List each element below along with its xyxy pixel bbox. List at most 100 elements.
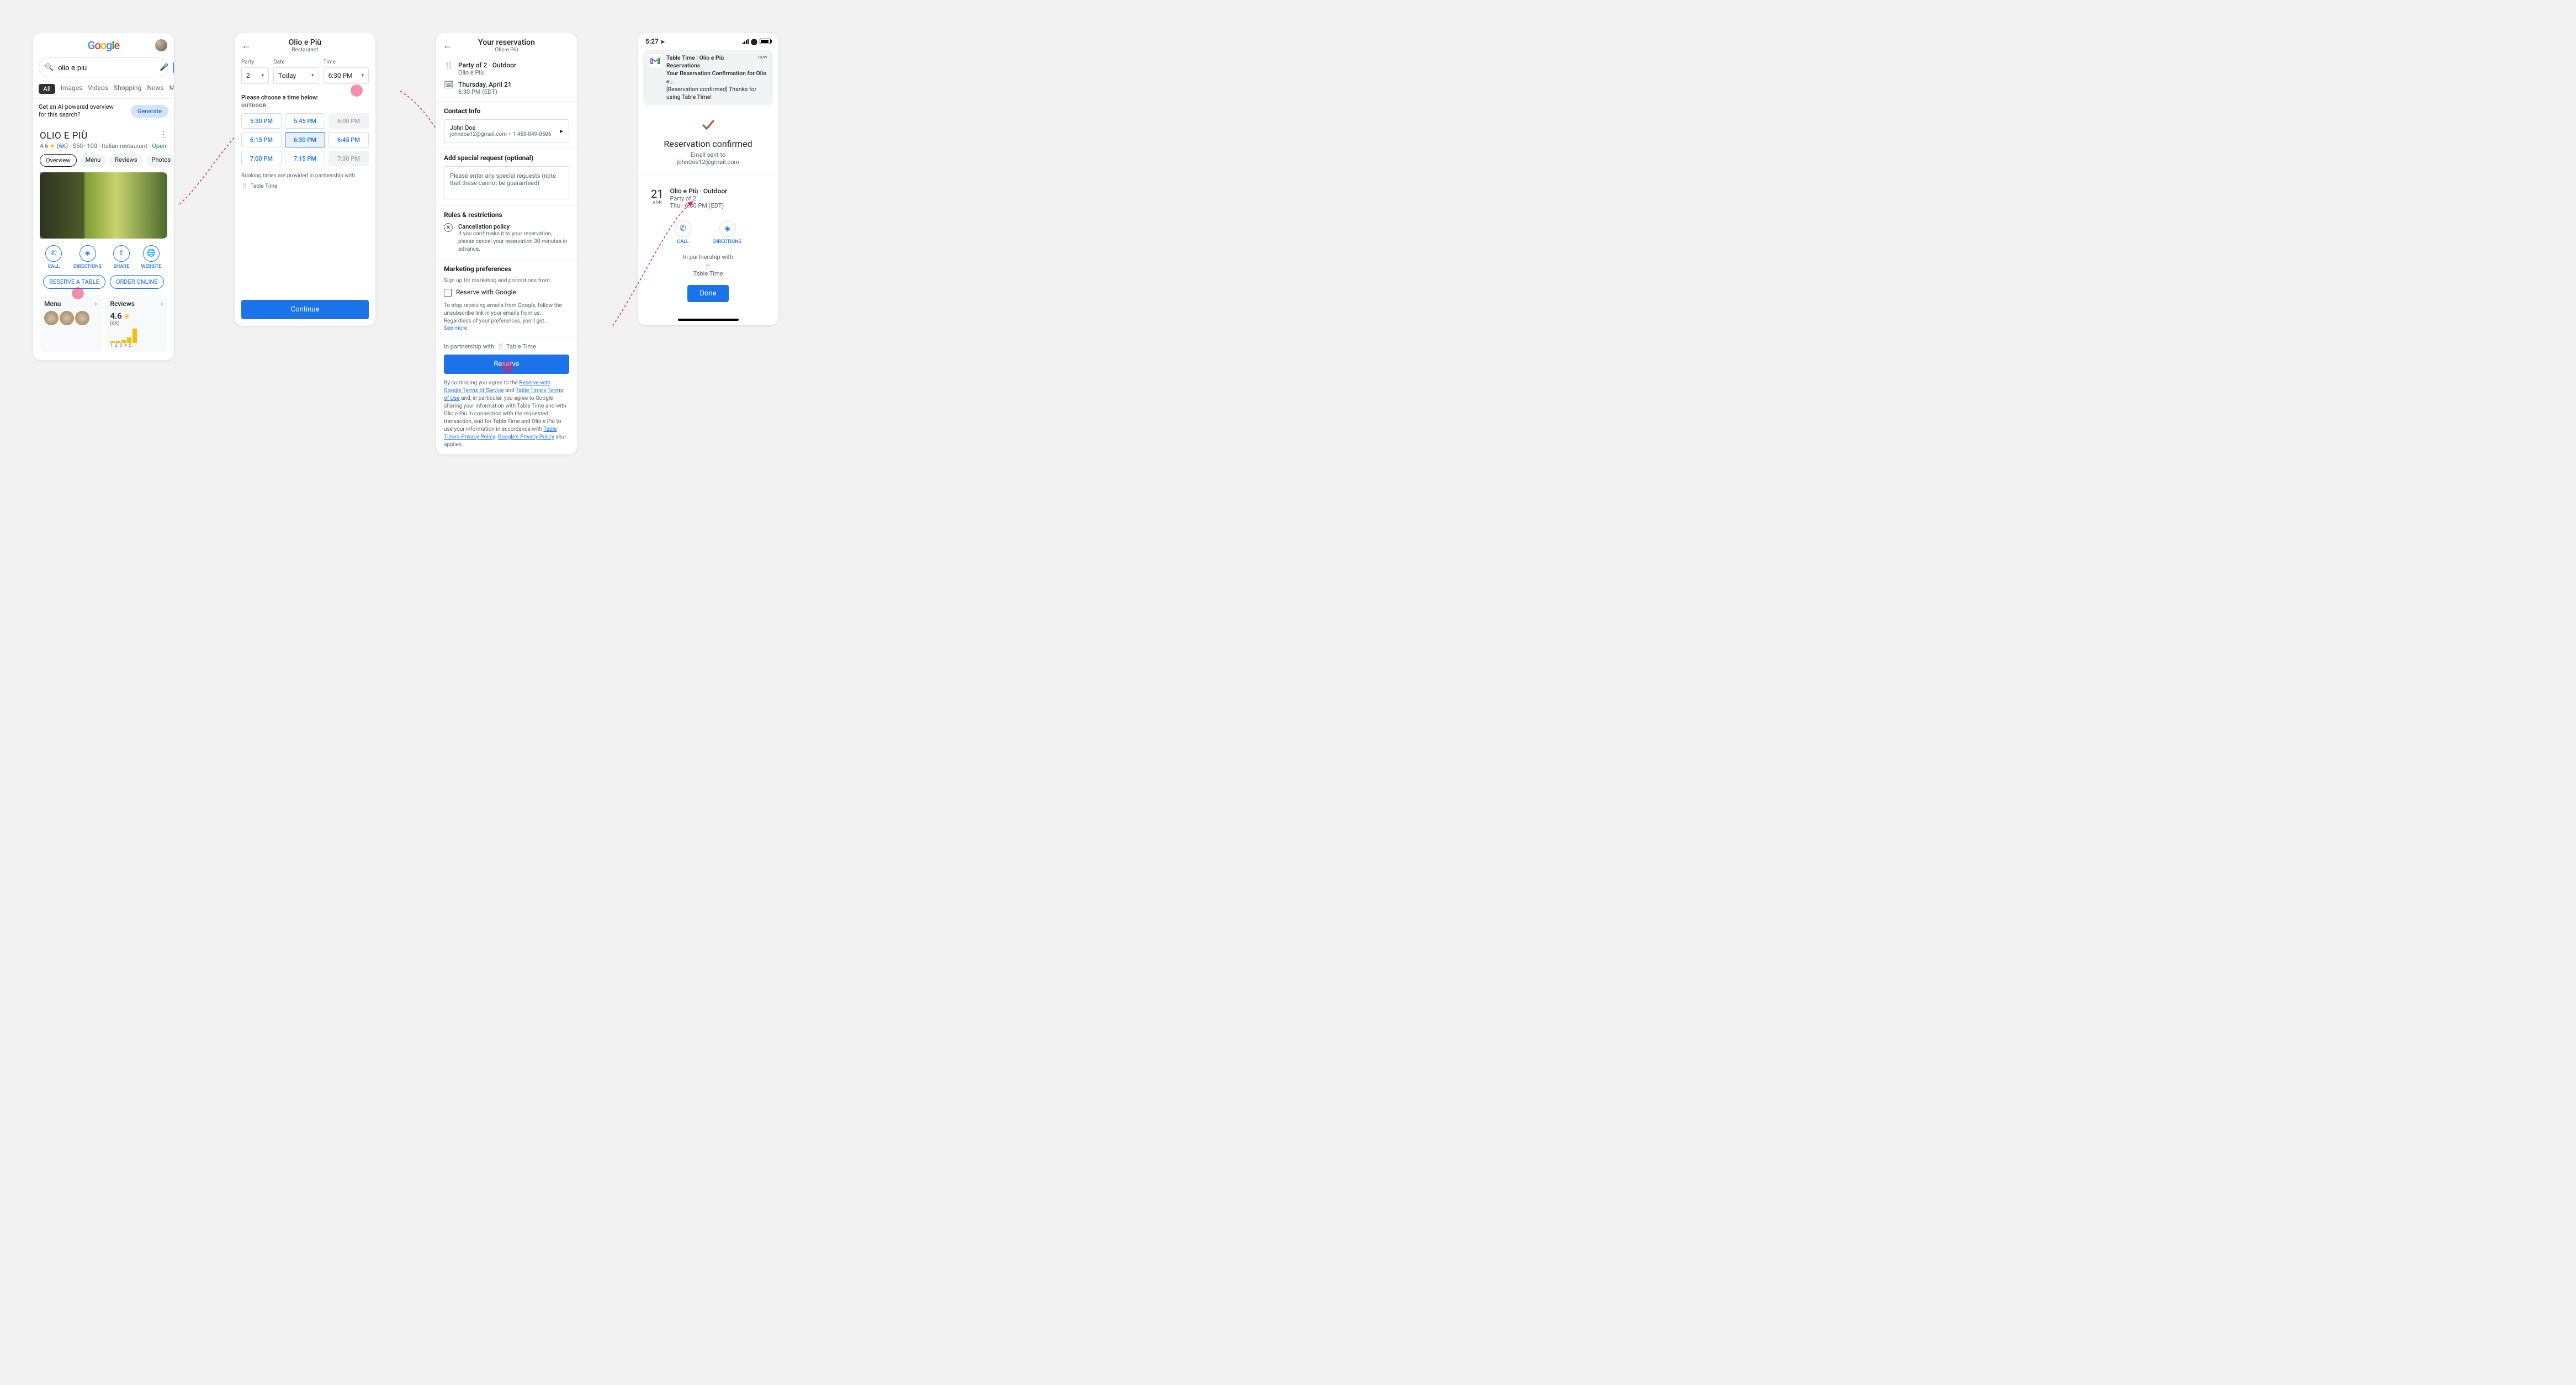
section-reserve: In partnership with 🍴 Table Time Reserve…	[436, 337, 577, 454]
lens-icon[interactable]	[173, 64, 174, 72]
search-bar[interactable]: 🔍 🎤	[39, 57, 168, 77]
confirmation-title: Reservation confirmed	[649, 139, 767, 149]
partner-label: In partnership with	[649, 253, 767, 261]
tab-images[interactable]: Images	[61, 84, 83, 94]
utensils-icon: 🍴	[444, 61, 453, 70]
search-input[interactable]	[58, 64, 155, 72]
reserve-button[interactable]: RESERVE A TABLE	[43, 275, 105, 289]
time-slot[interactable]: 6:45 PM	[328, 132, 369, 147]
continue-button[interactable]: Continue	[241, 300, 369, 319]
time-grid: 5:30 PM5:45 PM6:00 PM 6:15 PM6:30 PM6:45 …	[235, 109, 375, 168]
screen-reservation-form: ← Your reservation Olio e Più 🍴 Party of…	[436, 33, 577, 454]
tab-videos[interactable]: Videos	[88, 84, 108, 94]
caret-down-icon: ▾	[261, 73, 264, 78]
search-tabs: All Images Videos Shopping News Maps	[33, 81, 174, 98]
account-avatar[interactable]	[155, 39, 167, 51]
google-logo: Google	[88, 39, 120, 52]
party-select[interactable]: 2▾	[241, 67, 269, 84]
screen-search-result: Google 🔍 🎤 All Images Videos Shopping Ne…	[33, 33, 174, 360]
hero-photo[interactable]	[40, 172, 167, 239]
back-icon[interactable]: ←	[241, 40, 251, 51]
chevron-right-icon: ▸	[560, 127, 563, 135]
place-card: OLIO E PIÙ ⋮ 4.6 ★ (6K) · $50–100 · Ital…	[33, 125, 174, 360]
ai-overview-text: Get an AI-powered overview for this sear…	[39, 103, 121, 119]
marketing-checkbox[interactable]: Reserve with Google	[444, 288, 569, 297]
star-icon: ★	[124, 313, 130, 321]
call-button[interactable]: ✆CALL	[675, 220, 691, 245]
directions-icon: ◈	[724, 224, 730, 233]
order-online-button[interactable]: ORDER ONLINE	[110, 275, 164, 289]
chip-menu[interactable]: Menu	[80, 154, 107, 167]
tab-news[interactable]: News	[147, 84, 163, 94]
page-subtitle: Olio e Più	[436, 47, 577, 53]
caret-down-icon: ▾	[311, 73, 314, 78]
page-title: Your reservation	[436, 38, 577, 47]
place-meta: 4.6 ★ (6K) · $50–100 · Italian restauran…	[40, 142, 167, 150]
tap-indicator	[501, 361, 513, 373]
directions-button[interactable]: ◈DIRECTIONS	[713, 220, 741, 245]
chip-reviews[interactable]: Reviews	[109, 154, 142, 167]
action-directions[interactable]: ◈DIRECTIONS	[73, 245, 102, 269]
chip-photos[interactable]: Photos	[146, 154, 174, 167]
battery-icon	[760, 39, 771, 44]
location-icon: ➤	[660, 39, 665, 45]
kebab-icon[interactable]: ⋮	[160, 130, 167, 139]
google-privacy-link[interactable]: Google's Privacy Policy	[498, 434, 554, 440]
email-value: johndoe12@gmail.com	[649, 158, 767, 166]
generate-button[interactable]: Generate	[131, 105, 168, 118]
tab-all[interactable]: All	[39, 84, 55, 94]
back-icon[interactable]: ←	[443, 40, 453, 51]
section-rules: Rules & restrictions ✕ Cancellation poli…	[436, 205, 577, 260]
status-bar: 5:27 ➤ ⬤	[638, 33, 778, 47]
time-slot[interactable]: 7:00 PM	[241, 151, 282, 166]
partner-name: Table Time	[250, 183, 277, 189]
special-request-input[interactable]: Please enter any special requests (note …	[444, 166, 569, 199]
legal-text: By continuing you agree to the Reserve w…	[444, 379, 569, 449]
time-slot[interactable]: 5:45 PM	[285, 113, 325, 129]
signal-icon	[743, 39, 749, 44]
share-icon: ⇪	[118, 249, 124, 257]
tab-shopping[interactable]: Shopping	[114, 84, 141, 94]
time-slot[interactable]: 7:15 PM	[285, 151, 325, 166]
partner-name: Table Time	[649, 270, 767, 277]
star-icon: ★	[50, 142, 55, 150]
tap-indicator	[351, 84, 363, 97]
time-slot[interactable]: 5:30 PM	[241, 113, 282, 129]
time-slot[interactable]: 6:15 PM	[241, 132, 282, 147]
menu-card[interactable]: Menu ›	[40, 295, 102, 352]
chip-overview[interactable]: Overview	[40, 154, 77, 167]
action-website[interactable]: 🌐WEBSITE	[141, 245, 161, 269]
directions-icon: ◈	[85, 249, 91, 257]
party-label: Party	[241, 59, 269, 65]
time-select[interactable]: 6:30 PM▾	[324, 67, 369, 84]
notification-banner[interactable]: Table Time | Olio e Più Reservationsnow …	[643, 50, 773, 105]
contact-card[interactable]: John Doe johndoe12@gmail.com + 1 458-849…	[444, 119, 569, 142]
tab-maps[interactable]: Maps	[169, 84, 174, 94]
time-slot[interactable]: 6:30 PM	[285, 132, 325, 147]
chevron-icon: ›	[161, 300, 163, 308]
screen-time-picker: ← Olio e Più Restaurant Party 2▾ Date To…	[235, 33, 375, 326]
time-label: Time	[324, 59, 369, 65]
home-indicator	[678, 319, 739, 321]
marketing-fineprint: To stop receiving emails from Google, fo…	[444, 302, 569, 325]
time-slot: 6:00 PM	[328, 113, 369, 129]
section-summary: 🍴 Party of 2 · OutdoorOlio e Più 🗓 Thurs…	[436, 56, 577, 102]
section-outdoor: OUTDOOR	[235, 103, 375, 109]
date-select[interactable]: Today▾	[273, 67, 319, 84]
section-special-request: Add special request (optional) Please en…	[436, 149, 577, 205]
done-button[interactable]: Done	[687, 285, 728, 302]
reviews-card[interactable]: Reviews › 4.6 ★ (6K) 12345	[106, 295, 168, 352]
tap-indicator	[72, 287, 84, 299]
mic-icon[interactable]: 🎤	[160, 64, 168, 72]
action-call[interactable]: ✆CALL	[45, 245, 62, 269]
partner-text: Booking times are provided in partnershi…	[235, 168, 375, 183]
ai-overview-prompt: Get an AI-powered overview for this sear…	[33, 98, 174, 125]
reservation-summary: 21 APR Olio e Più · Outdoor Party of 2 T…	[638, 176, 778, 215]
contact-name: John Doe	[450, 124, 552, 131]
see-more-link[interactable]: See more	[444, 325, 569, 331]
reviews-link[interactable]: (6K)	[57, 142, 68, 150]
caret-down-icon: ▾	[361, 73, 364, 78]
section-marketing: Marketing preferences Sign up for market…	[436, 260, 577, 337]
action-share[interactable]: ⇪SHARE	[113, 245, 130, 269]
page-title: Olio e Più	[235, 38, 375, 47]
